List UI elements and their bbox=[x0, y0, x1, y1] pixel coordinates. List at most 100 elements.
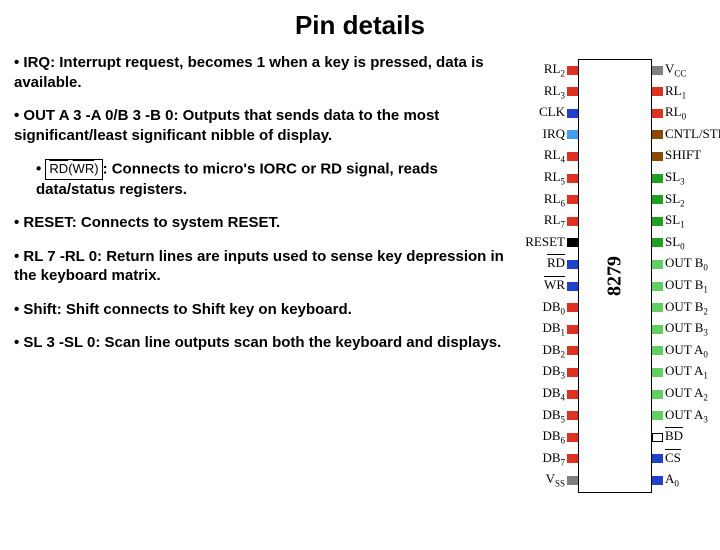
pin-marker bbox=[567, 390, 578, 399]
right-pin-19: A0 bbox=[652, 469, 720, 489]
pin-label: SL0 bbox=[665, 234, 685, 249]
right-pin-12: OUT B3 bbox=[652, 318, 720, 338]
wr-label: WR bbox=[73, 161, 95, 176]
right-pin-17: BD bbox=[652, 426, 720, 446]
left-pin-6: RL6 bbox=[514, 189, 578, 209]
content-row: • IRQ: Interrupt request, becomes 1 when… bbox=[0, 53, 720, 491]
pin-label: A0 bbox=[665, 471, 679, 486]
pin-label: CLK bbox=[539, 104, 565, 119]
bullet-sl: • SL 3 -SL 0: Scan line outputs scan bot… bbox=[14, 333, 504, 353]
left-pin-18: DB7 bbox=[514, 448, 578, 468]
right-pin-18: CS bbox=[652, 448, 720, 468]
pin-marker bbox=[652, 303, 663, 312]
bullet-shift: • Shift: Shift connects to Shift key on … bbox=[14, 300, 504, 320]
pin-label: DB1 bbox=[542, 320, 565, 335]
left-pin-5: RL5 bbox=[514, 167, 578, 187]
pin-marker bbox=[567, 411, 578, 420]
chip-diagram: 8279 RL2 RL3 CLK IRQ RL4 RL5 RL6 RL7 RESET RD WR DB… bbox=[514, 59, 714, 491]
pin-label: WR bbox=[544, 277, 565, 292]
pin-label: SL2 bbox=[665, 191, 685, 206]
pin-marker bbox=[652, 325, 663, 334]
rdwr-box: RD(WR) bbox=[45, 159, 102, 180]
left-pin-8: RESET bbox=[514, 232, 578, 252]
pin-marker bbox=[567, 260, 578, 269]
pin-label: BD bbox=[665, 428, 683, 443]
pin-marker bbox=[567, 195, 578, 204]
left-pin-2: CLK bbox=[514, 102, 578, 122]
pin-label: SL3 bbox=[665, 169, 685, 184]
pin-label: RL6 bbox=[544, 191, 565, 206]
right-pin-7: SL1 bbox=[652, 210, 720, 230]
pin-label: SHIFT bbox=[665, 147, 701, 162]
left-pin-17: DB6 bbox=[514, 426, 578, 446]
pin-marker bbox=[652, 454, 663, 463]
pin-marker bbox=[567, 325, 578, 334]
pin-marker bbox=[652, 174, 663, 183]
chip-column: 8279 RL2 RL3 CLK IRQ RL4 RL5 RL6 RL7 RESET RD WR DB… bbox=[514, 53, 720, 491]
left-pin-9: RD bbox=[514, 253, 578, 273]
pin-marker bbox=[567, 174, 578, 183]
bullet-irq: • IRQ: Interrupt request, becomes 1 when… bbox=[14, 53, 504, 92]
chip-body: 8279 bbox=[578, 59, 652, 493]
left-pin-0: RL2 bbox=[514, 59, 578, 79]
pin-marker bbox=[652, 476, 663, 485]
right-pin-6: SL2 bbox=[652, 189, 720, 209]
pin-marker bbox=[567, 217, 578, 226]
pin-label: RL3 bbox=[544, 83, 565, 98]
pin-label: RL0 bbox=[665, 104, 686, 119]
pin-label: OUT B1 bbox=[665, 277, 708, 292]
left-pin-4: RL4 bbox=[514, 145, 578, 165]
pin-label: SL1 bbox=[665, 212, 685, 227]
pin-marker bbox=[652, 411, 663, 420]
bullet-rdwr-pre: • bbox=[36, 160, 45, 177]
pin-marker bbox=[652, 109, 663, 118]
left-pin-3: IRQ bbox=[514, 124, 578, 144]
pin-marker bbox=[652, 195, 663, 204]
pin-marker bbox=[567, 476, 578, 485]
pin-label: RL7 bbox=[544, 212, 565, 227]
pin-label: DB4 bbox=[542, 385, 565, 400]
right-pin-2: RL0 bbox=[652, 102, 720, 122]
pin-marker bbox=[652, 66, 663, 75]
right-pin-10: OUT B1 bbox=[652, 275, 720, 295]
pin-label: DB0 bbox=[542, 299, 565, 314]
right-pin-16: OUT A3 bbox=[652, 405, 720, 425]
pin-label: DB2 bbox=[542, 342, 565, 357]
pin-label: OUT A1 bbox=[665, 363, 708, 378]
bullet-out: • OUT A 3 -A 0/B 3 -B 0: Outputs that se… bbox=[14, 106, 504, 145]
pin-label: OUT B2 bbox=[665, 299, 708, 314]
pin-label: DB6 bbox=[542, 428, 565, 443]
pin-marker bbox=[567, 130, 578, 139]
pin-label: RL5 bbox=[544, 169, 565, 184]
right-pin-4: SHIFT bbox=[652, 145, 720, 165]
pin-label: RD bbox=[547, 255, 565, 270]
pin-label: RESET bbox=[525, 234, 565, 249]
text-column: • IRQ: Interrupt request, becomes 1 when… bbox=[0, 53, 514, 367]
pin-marker bbox=[567, 433, 578, 442]
pin-label: CS bbox=[665, 450, 681, 465]
pin-marker bbox=[567, 109, 578, 118]
pin-marker bbox=[652, 390, 663, 399]
left-pin-15: DB4 bbox=[514, 383, 578, 403]
right-pin-15: OUT A2 bbox=[652, 383, 720, 403]
chip-label: 8279 bbox=[604, 240, 627, 312]
pin-marker bbox=[652, 87, 663, 96]
pin-label: IRQ bbox=[543, 126, 565, 141]
left-pin-11: DB0 bbox=[514, 297, 578, 317]
pin-label: DB7 bbox=[542, 450, 565, 465]
right-pin-8: SL0 bbox=[652, 232, 720, 252]
pin-label: VSS bbox=[546, 471, 565, 486]
pin-label: RL1 bbox=[665, 83, 686, 98]
left-pin-19: VSS bbox=[514, 469, 578, 489]
left-pin-10: WR bbox=[514, 275, 578, 295]
pin-marker bbox=[567, 66, 578, 75]
pin-marker bbox=[652, 217, 663, 226]
pin-marker bbox=[567, 368, 578, 377]
pin-marker bbox=[652, 238, 663, 247]
left-pin-14: DB3 bbox=[514, 361, 578, 381]
pin-marker bbox=[652, 346, 663, 355]
page-title: Pin details bbox=[0, 10, 720, 41]
bullet-rdwr: • RD(WR): Connects to micro's IORC or RD… bbox=[14, 159, 504, 199]
pin-marker bbox=[567, 346, 578, 355]
pin-marker bbox=[652, 260, 663, 269]
